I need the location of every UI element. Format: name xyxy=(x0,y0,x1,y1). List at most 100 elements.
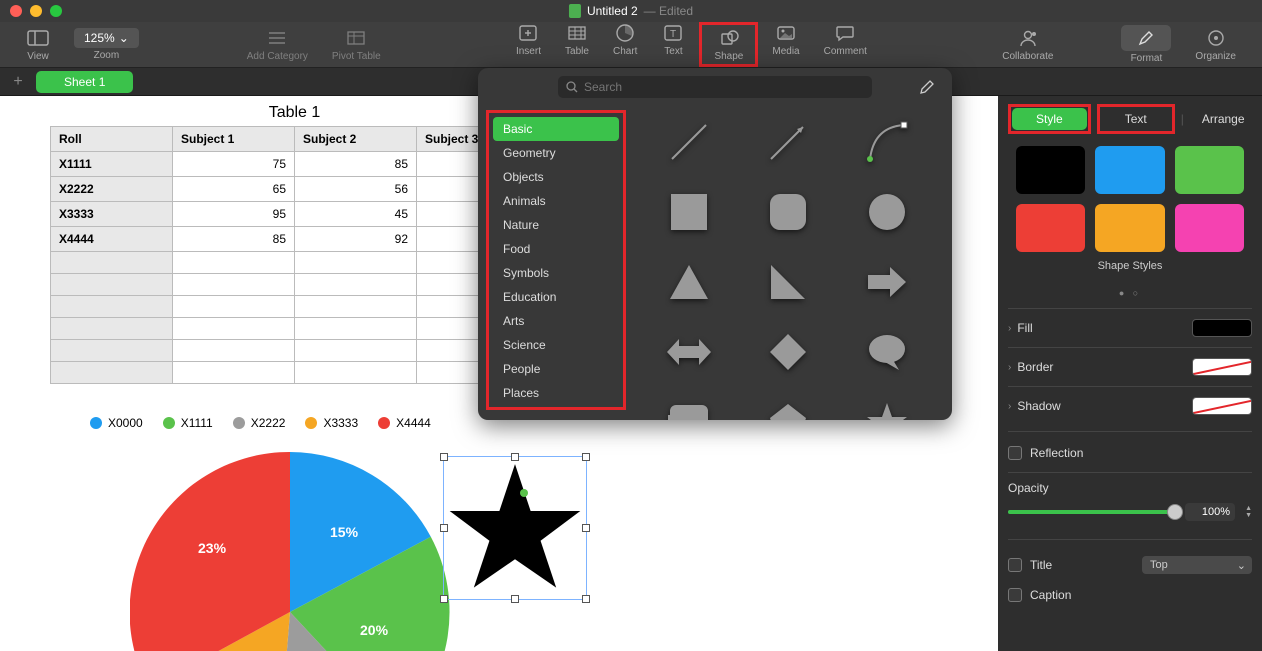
shape-rounded-square[interactable] xyxy=(743,186,832,238)
shape-styles-caption: Shape Styles xyxy=(1008,260,1252,272)
insert-button[interactable]: Insert xyxy=(506,22,551,67)
add-category-button[interactable]: Add Category xyxy=(237,27,318,62)
text-button[interactable]: T Text xyxy=(651,22,695,67)
shape-triangle[interactable] xyxy=(644,256,733,308)
shape-category-people[interactable]: People xyxy=(493,357,619,381)
shape-star[interactable] xyxy=(843,396,932,420)
inspector-tab-text[interactable]: Text xyxy=(1101,108,1171,130)
shape-category-education[interactable]: Education xyxy=(493,285,619,309)
shadow-row[interactable]: ›Shadow xyxy=(1008,386,1252,425)
shape-category-basic[interactable]: Basic xyxy=(493,117,619,141)
pen-tool-icon[interactable] xyxy=(918,78,936,101)
shape-category-animals[interactable]: Animals xyxy=(493,189,619,213)
shape-arrow-bidir[interactable] xyxy=(644,326,733,378)
shape-category-symbols[interactable]: Symbols xyxy=(493,261,619,285)
data-table[interactable]: Roll Subject 1 Subject 2 Subject 3 X1111… xyxy=(50,126,539,384)
table-row: X11117585 xyxy=(51,152,539,177)
shape-style-swatch[interactable] xyxy=(1095,204,1164,252)
table-row: X33339545 xyxy=(51,202,539,227)
resize-handle[interactable] xyxy=(440,453,448,461)
shape-category-activities[interactable]: Activities xyxy=(493,405,619,410)
shape-right-triangle[interactable] xyxy=(743,256,832,308)
opacity-slider[interactable] xyxy=(1008,510,1175,514)
chart-button[interactable]: Chart xyxy=(603,22,647,67)
fill-row[interactable]: ›Fill xyxy=(1008,308,1252,347)
shape-style-swatch[interactable] xyxy=(1095,146,1164,194)
selected-star-shape[interactable] xyxy=(443,456,587,600)
shape-square[interactable] xyxy=(644,186,733,238)
shape-pentagon[interactable] xyxy=(743,396,832,420)
title-position-select[interactable]: Top⌄ xyxy=(1142,556,1252,574)
close-window-button[interactable] xyxy=(10,5,22,17)
resize-handle[interactable] xyxy=(511,453,519,461)
shape-category-arts[interactable]: Arts xyxy=(493,309,619,333)
opacity-field[interactable] xyxy=(1185,503,1235,521)
shape-category-places[interactable]: Places xyxy=(493,381,619,405)
reflection-checkbox[interactable] xyxy=(1008,446,1022,460)
shape-style-swatch[interactable] xyxy=(1175,204,1244,252)
view-button[interactable]: View xyxy=(16,27,60,62)
format-button[interactable]: Format xyxy=(1111,25,1181,64)
disclosure-icon: › xyxy=(1008,401,1011,412)
fill-swatch[interactable] xyxy=(1192,319,1252,337)
shape-category-science[interactable]: Science xyxy=(493,333,619,357)
minimize-window-button[interactable] xyxy=(30,5,42,17)
zoom-button[interactable]: 125%⌄ Zoom xyxy=(64,28,149,61)
pivot-table-button[interactable]: Pivot Table xyxy=(322,27,391,62)
inspector-tab-arrange[interactable]: Arrange xyxy=(1190,108,1257,130)
comment-button[interactable]: Comment xyxy=(814,22,877,67)
border-row[interactable]: ›Border xyxy=(1008,347,1252,386)
organize-button[interactable]: Organize xyxy=(1185,27,1246,62)
shape-button[interactable]: Shape xyxy=(704,27,753,62)
resize-handle[interactable] xyxy=(582,595,590,603)
collaborate-button[interactable]: Collaborate xyxy=(992,27,1063,62)
rotation-handle[interactable] xyxy=(520,489,528,497)
shape-style-swatch[interactable] xyxy=(1175,146,1244,194)
table-title[interactable]: Table 1 xyxy=(50,104,539,122)
border-swatch[interactable] xyxy=(1192,358,1252,376)
sheet-tab-1[interactable]: Sheet 1 xyxy=(36,71,133,93)
caption-checkbox[interactable] xyxy=(1008,588,1022,602)
col-header-s1[interactable]: Subject 1 xyxy=(173,127,295,152)
shape-arrow-line[interactable] xyxy=(743,116,832,168)
table-row xyxy=(51,318,539,340)
shape-arrow-right[interactable] xyxy=(843,256,932,308)
col-header-s2[interactable]: Subject 2 xyxy=(295,127,417,152)
shape-category-food[interactable]: Food xyxy=(493,237,619,261)
maximize-window-button[interactable] xyxy=(50,5,62,17)
table-button[interactable]: Table xyxy=(555,22,599,67)
shape-search-input[interactable] xyxy=(558,76,872,98)
resize-handle[interactable] xyxy=(582,524,590,532)
shape-category-objects[interactable]: Objects xyxy=(493,165,619,189)
shape-category-nature[interactable]: Nature xyxy=(493,213,619,237)
shape-speech-bubble[interactable] xyxy=(843,326,932,378)
pie-chart[interactable]: 15% 20% 23% xyxy=(130,452,450,651)
col-header-roll[interactable]: Roll xyxy=(51,127,173,152)
shape-style-swatch[interactable] xyxy=(1016,146,1085,194)
legend-dot-icon xyxy=(90,417,102,429)
shape-circle[interactable] xyxy=(843,186,932,238)
shape-popover: Basic Geometry Objects Animals Nature Fo… xyxy=(478,68,952,420)
add-sheet-button[interactable]: + xyxy=(8,73,28,91)
shape-curve[interactable] xyxy=(843,116,932,168)
pie-label: 23% xyxy=(198,540,226,556)
inspector-tab-style[interactable]: Style xyxy=(1012,108,1087,130)
shape-category-geometry[interactable]: Geometry xyxy=(493,141,619,165)
traffic-lights xyxy=(10,5,62,17)
opacity-stepper[interactable]: ▲▼ xyxy=(1245,505,1252,519)
table-row xyxy=(51,274,539,296)
styles-prev-button[interactable]: ‹ xyxy=(998,191,999,207)
shape-rounded-notch[interactable] xyxy=(644,396,733,420)
resize-handle[interactable] xyxy=(511,595,519,603)
shadow-swatch[interactable] xyxy=(1192,397,1252,415)
shape-line[interactable] xyxy=(644,116,733,168)
shape-style-swatch[interactable] xyxy=(1016,204,1085,252)
resize-handle[interactable] xyxy=(582,453,590,461)
resize-handle[interactable] xyxy=(440,524,448,532)
resize-handle[interactable] xyxy=(440,595,448,603)
media-button[interactable]: Media xyxy=(762,22,809,67)
shape-diamond[interactable] xyxy=(743,326,832,378)
title-checkbox[interactable] xyxy=(1008,558,1022,572)
legend-dot-icon xyxy=(163,417,175,429)
title-label: Title xyxy=(1030,558,1052,572)
